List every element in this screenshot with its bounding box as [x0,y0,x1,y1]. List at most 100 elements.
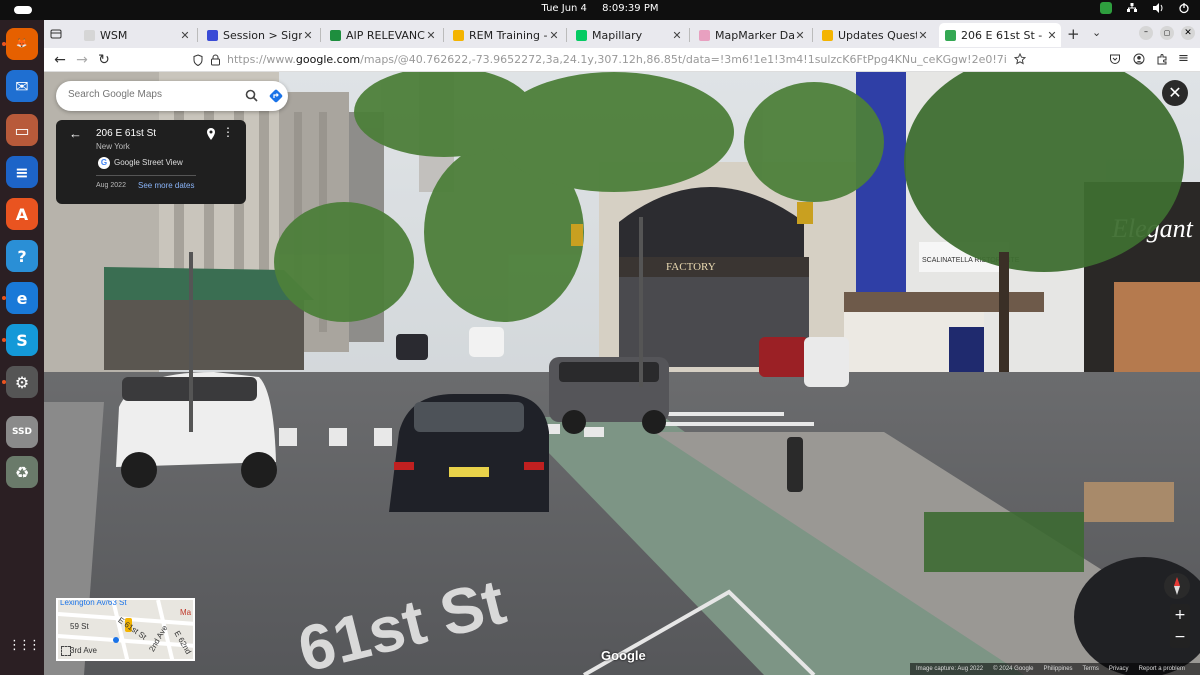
minimize-button[interactable]: – [1139,26,1153,40]
search-box[interactable] [56,81,288,111]
google-g-icon: G [98,157,110,169]
car-dark-distant [396,334,428,360]
reload-button[interactable]: ↻ [94,50,114,70]
account-icon[interactable] [1133,53,1145,65]
tab-close-icon[interactable]: ✕ [1046,29,1058,42]
search-input[interactable] [68,89,228,100]
terms-link[interactable]: Terms [1083,666,1099,672]
tab-favicon-icon [207,29,218,41]
more-options-icon[interactable]: ⋮ [222,125,234,139]
location-card: ← 206 E 61st St New York ⋮ G Google Stre… [56,120,246,204]
skype-icon[interactable]: S [6,324,38,356]
tab-separator [443,28,444,42]
expand-map-icon[interactable] [61,646,71,656]
compass-icon[interactable] [1164,573,1190,599]
tab-5[interactable]: MapMarker Data Tra✕ [693,23,809,47]
thunderbird-icon[interactable]: ✉ [6,70,38,102]
tab-1[interactable]: Session > Signin | Old✕ [201,23,317,47]
location-address: 206 E 61st St [96,128,157,139]
extensions-icon[interactable] [1156,53,1168,65]
tab-favicon-icon [453,29,464,41]
tab-separator [812,28,813,42]
app-center-icon[interactable]: A [6,198,38,230]
tab-7[interactable]: 206 E 61st St - Googl✕ [939,23,1061,47]
search-icon[interactable] [245,89,258,102]
tab-separator [689,28,690,42]
zoom-controls: + − [1170,604,1190,648]
clock[interactable]: Tue Jun 4 8:09:39 PM [0,3,1200,14]
image-capture-text: Image capture: Aug 2022 [916,666,984,672]
tab-favicon-icon [822,29,833,41]
tab-overview-icon[interactable] [50,28,62,40]
files-icon[interactable]: ▭ [6,114,38,146]
edge-icon[interactable]: e [6,282,38,314]
car-white-distant [469,327,504,357]
tab-close-icon[interactable]: ✕ [302,29,314,42]
tab-close-icon[interactable]: ✕ [548,29,560,42]
tab-close-icon[interactable]: ✕ [425,29,437,42]
tab-close-icon[interactable]: ✕ [794,29,806,42]
tab-favicon-icon [945,29,956,41]
power-icon[interactable] [1178,2,1190,14]
lock-icon[interactable] [210,54,221,66]
tab-close-icon[interactable]: ✕ [671,29,683,42]
tab-title: Updates Questions/C [838,28,917,42]
tab-2[interactable]: AIP RELEVANCY TRA✕ [324,23,440,47]
tab-list-chevron-icon[interactable]: ⌄ [1092,26,1101,39]
tab-separator [197,28,198,42]
directions-icon[interactable] [268,88,284,104]
tab-close-icon[interactable]: ✕ [179,29,191,42]
zoom-out-button[interactable]: − [1170,626,1190,648]
running-indicator [2,380,6,384]
maximize-button[interactable]: ▢ [1160,26,1174,40]
privacy-link[interactable]: Privacy [1109,666,1129,672]
pin-icon[interactable] [206,128,216,140]
card-back-arrow-icon[interactable]: ← [69,126,82,141]
tracking-shield-icon[interactable] [192,54,204,66]
forward-button[interactable]: → [72,50,92,70]
tab-favicon-icon [699,29,710,41]
tab-4[interactable]: Mapillary ✕ [570,23,686,47]
street-view-panorama[interactable]: FACTORY SCALINATELLA RISTORANTE Elegant [44,72,1200,675]
pocket-icon[interactable] [1109,53,1121,65]
tab-close-icon[interactable]: ✕ [917,29,929,42]
google-logo: Google [601,648,646,663]
close-window-button[interactable]: ✕ [1181,26,1195,40]
tab-3[interactable]: REM Training - Chang✕ [447,23,563,47]
back-button[interactable]: ← [50,50,70,70]
help-icon[interactable]: ? [6,240,38,272]
tab-0[interactable]: WSM ✕ [78,23,194,47]
network-icon[interactable] [1126,2,1138,14]
tab-favicon-icon [576,29,587,41]
zoom-in-button[interactable]: + [1170,604,1190,626]
tab-6[interactable]: Updates Questions/C✕ [816,23,932,47]
bookmark-star-icon[interactable] [1014,53,1026,65]
volume-icon[interactable] [1152,2,1164,14]
dock: 🦊 ✉ ▭ ≡ A? e S ⚙ SSD ♻ ⋮⋮⋮ [0,20,44,675]
firefox-icon[interactable]: 🦊 [6,28,38,60]
settings-icon[interactable]: ⚙ [6,366,38,398]
system-tray[interactable] [1100,2,1190,14]
new-tab-button[interactable]: + [1067,25,1080,43]
trash-icon[interactable]: ♻ [6,456,38,488]
factory-sign: FACTORY [666,261,716,273]
tab-separator [566,28,567,42]
url-bar[interactable]: https://www.google.com/maps/@40.762622,-… [227,51,1007,69]
see-more-dates-link[interactable]: See more dates [138,181,194,190]
url-prefix: https://www. [227,53,296,66]
minimap[interactable]: Lexington Av/63 St Ma 59 St E 61st St 2n… [56,598,195,661]
security-shield-icon[interactable] [1100,2,1112,14]
running-indicator [2,296,6,300]
tab-title: REM Training - Chang [469,28,548,42]
drive-icon[interactable]: SSD [6,416,38,448]
show-apps-grid-icon[interactable]: ⋮⋮⋮ [8,638,41,653]
system-top-bar: Tue Jun 4 8:09:39 PM [0,0,1200,20]
menu-button[interactable]: ≡ [1178,51,1189,66]
report-problem-link[interactable]: Report a problem [1139,666,1185,672]
country-link[interactable]: Philippines [1044,666,1073,672]
writer-icon[interactable]: ≡ [6,156,38,188]
close-street-view-button[interactable]: ✕ [1162,80,1188,106]
running-indicator [2,42,6,46]
capture-date: Aug 2022 [96,182,126,189]
tab-title: Session > Signin | Old [223,28,302,42]
